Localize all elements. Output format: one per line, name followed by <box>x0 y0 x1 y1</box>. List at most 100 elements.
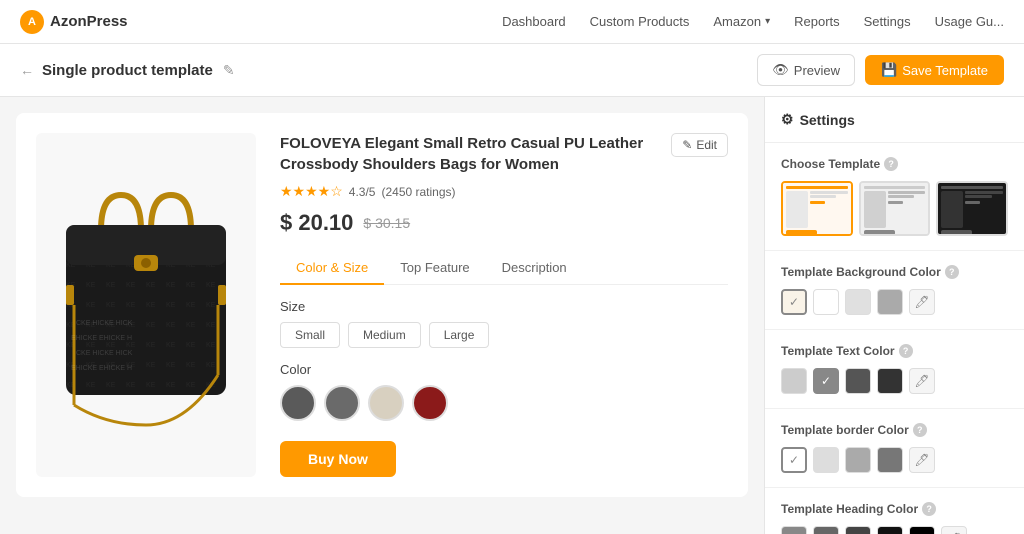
product-title-row: FOLOVEYA Elegant Small Retro Casual PU L… <box>280 133 728 175</box>
logo-text: AzonPress <box>50 13 128 30</box>
color-swatch-1[interactable] <box>280 385 316 421</box>
product-edit-button[interactable]: ✎ Edit <box>671 133 728 157</box>
nav-settings[interactable]: Settings <box>864 14 911 29</box>
color-label: Color <box>280 362 728 377</box>
border-color-title: Template border Color ? <box>781 423 1008 437</box>
size-medium[interactable]: Medium <box>348 322 421 348</box>
tab-top-feature[interactable]: Top Feature <box>384 252 485 285</box>
bg-swatch-white[interactable] <box>813 289 839 315</box>
border-swatch-selected[interactable]: ✓ <box>781 447 807 473</box>
bg-swatch-selected[interactable]: ✓ <box>781 289 807 315</box>
text-color-info-icon[interactable]: ? <box>899 344 913 358</box>
bg-color-eyedropper[interactable]: 🖊 <box>909 289 935 315</box>
buy-now-button[interactable]: Buy Now <box>280 441 396 477</box>
product-info: FOLOVEYA Elegant Small Retro Casual PU L… <box>280 133 728 477</box>
main-layout: CKE HICKE HICK EHICKE EHICKE H CKE HICKE… <box>0 97 1024 534</box>
tab-color-size[interactable]: Color & Size <box>280 252 384 285</box>
heading-color-eyedropper[interactable]: 🖊 <box>941 526 967 534</box>
text-color-section: Template Text Color ? ✓ 🖊 <box>765 330 1024 409</box>
logo[interactable]: A AzonPress <box>20 10 128 34</box>
border-color-section: Template border Color ? ✓ 🖊 <box>765 409 1024 488</box>
bg-color-swatches: ✓ 🖊 <box>781 289 1008 315</box>
preview-area: CKE HICKE HICK EHICKE EHICKE H CKE HICKE… <box>0 97 764 534</box>
rating-row: ★★★★☆ 4.3/5 (2450 ratings) <box>280 183 728 200</box>
size-small[interactable]: Small <box>280 322 340 348</box>
heading-swatch-5[interactable] <box>909 526 935 534</box>
svg-text:CKE HICKE HICK: CKE HICKE HICK <box>76 320 133 327</box>
rating-count: (2450 ratings) <box>381 185 455 199</box>
settings-title: Settings <box>800 112 855 128</box>
heading-swatch-4[interactable] <box>877 526 903 534</box>
template-thumb-3[interactable] <box>936 181 1008 236</box>
product-image: CKE HICKE HICK EHICKE EHICKE H CKE HICKE… <box>46 175 246 435</box>
heading-swatch-2[interactable] <box>813 526 839 534</box>
nav-links: Dashboard Custom Products Amazon ▾ Repor… <box>502 14 1004 29</box>
text-swatch-3[interactable] <box>845 368 871 394</box>
logo-icon: A <box>20 10 44 34</box>
product-title: FOLOVEYA Elegant Small Retro Casual PU L… <box>280 133 660 175</box>
preview-button[interactable]: 👁 Preview <box>757 54 855 86</box>
top-nav: A AzonPress Dashboard Custom Products Am… <box>0 0 1024 44</box>
size-label: Size <box>280 299 728 314</box>
template-thumb-1[interactable] <box>781 181 853 236</box>
product-card: CKE HICKE HICK EHICKE EHICKE H CKE HICKE… <box>16 113 748 497</box>
template-grid <box>781 181 1008 236</box>
settings-header: ⚙ Settings <box>765 97 1024 143</box>
template-thumb-2[interactable] <box>859 181 931 236</box>
svg-text:EHICKE EHICKE H: EHICKE EHICKE H <box>71 335 132 342</box>
text-color-swatches: ✓ 🖊 <box>781 368 1008 394</box>
text-color-eyedropper[interactable]: 🖊 <box>909 368 935 394</box>
border-swatch-3[interactable] <box>845 447 871 473</box>
color-swatch-4[interactable] <box>412 385 448 421</box>
border-color-info-icon[interactable]: ? <box>913 423 927 437</box>
product-image-wrap: CKE HICKE HICK EHICKE EHICKE H CKE HICKE… <box>36 133 256 477</box>
bg-color-section: Template Background Color ? ✓ 🖊 <box>765 251 1024 330</box>
size-large[interactable]: Large <box>429 322 490 348</box>
nav-usage[interactable]: Usage Gu... <box>935 14 1004 29</box>
choose-template-info-icon[interactable]: ? <box>884 157 898 171</box>
nav-dashboard[interactable]: Dashboard <box>502 14 566 29</box>
border-color-swatches: ✓ 🖊 <box>781 447 1008 473</box>
heading-color-swatches: 🖊 <box>781 526 1008 534</box>
color-swatch-3[interactable] <box>368 385 404 421</box>
color-swatch-2[interactable] <box>324 385 360 421</box>
nav-custom-products[interactable]: Custom Products <box>590 14 690 29</box>
amazon-dropdown-icon: ▾ <box>765 16 770 27</box>
text-swatch-4[interactable] <box>877 368 903 394</box>
heading-color-title: Template Heading Color ? <box>781 502 1008 516</box>
save-template-button[interactable]: 💾 Save Template <box>865 55 1004 85</box>
sub-header: ← Single product template ✎ 👁 Preview 💾 … <box>0 44 1024 97</box>
edit-pencil-icon: ✎ <box>682 138 692 152</box>
edit-title-button[interactable]: ✎ <box>221 60 237 81</box>
nav-amazon[interactable]: Amazon ▾ <box>713 14 770 29</box>
page-title: Single product template <box>42 62 213 79</box>
bg-color-info-icon[interactable]: ? <box>945 265 959 279</box>
nav-reports[interactable]: Reports <box>794 14 840 29</box>
color-options <box>280 385 728 421</box>
border-color-eyedropper[interactable]: 🖊 <box>909 447 935 473</box>
bg-swatch-gray[interactable] <box>877 289 903 315</box>
text-swatch-selected[interactable]: ✓ <box>813 368 839 394</box>
breadcrumb: ← Single product template ✎ <box>20 60 237 81</box>
back-arrow-icon[interactable]: ← <box>20 62 34 78</box>
heading-color-info-icon[interactable]: ? <box>922 502 936 516</box>
eye-icon: 👁 <box>772 62 789 78</box>
settings-sidebar: ⚙ Settings Choose Template ? <box>764 97 1024 534</box>
choose-template-section: Choose Template ? <box>765 143 1024 251</box>
heading-swatch-3[interactable] <box>845 526 871 534</box>
tab-description[interactable]: Description <box>486 252 583 285</box>
svg-text:CKE HICKE HICK: CKE HICKE HICK <box>76 350 133 357</box>
size-options: Small Medium Large <box>280 322 728 348</box>
text-swatch-1[interactable] <box>781 368 807 394</box>
heading-swatch-1[interactable] <box>781 526 807 534</box>
header-actions: 👁 Preview 💾 Save Template <box>757 54 1004 86</box>
bg-color-title: Template Background Color ? <box>781 265 1008 279</box>
price-row: $ 20.10 $ 30.15 <box>280 210 728 236</box>
bg-swatch-light-gray[interactable] <box>845 289 871 315</box>
border-swatch-2[interactable] <box>813 447 839 473</box>
product-image-svg: CKE HICKE HICK EHICKE EHICKE H CKE HICKE… <box>46 175 246 435</box>
star-rating: ★★★★☆ <box>280 183 343 200</box>
border-swatch-4[interactable] <box>877 447 903 473</box>
text-color-title: Template Text Color ? <box>781 344 1008 358</box>
rating-score: 4.3/5 <box>349 185 376 199</box>
